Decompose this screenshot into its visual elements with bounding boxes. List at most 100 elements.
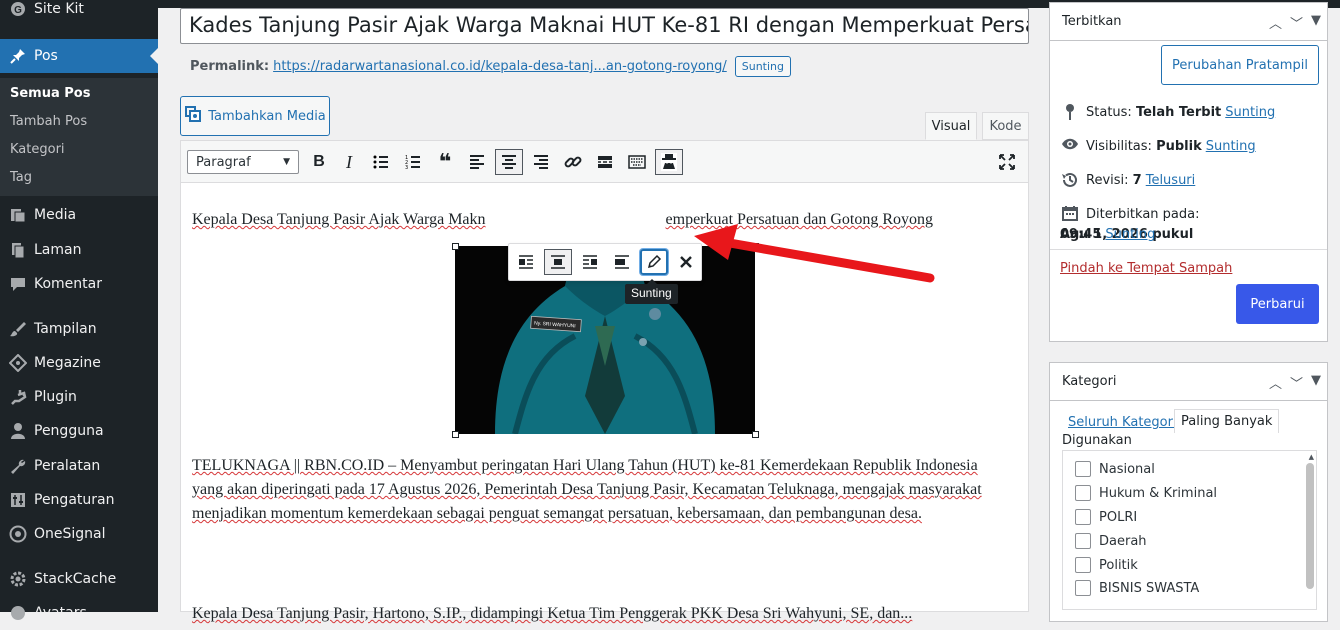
blockquote-button[interactable]: ❝ — [431, 149, 459, 175]
category-item[interactable]: Nasional — [1075, 461, 1155, 477]
image-align-center-icon — [551, 255, 565, 269]
category-item[interactable]: Politik — [1075, 557, 1138, 573]
align-center-button[interactable] — [495, 149, 523, 175]
tab-code[interactable]: Kode — [982, 112, 1029, 140]
image-edit-button[interactable] — [640, 249, 668, 275]
category-scrollbar[interactable] — [1306, 463, 1314, 589]
format-select[interactable]: Paragraf ▼ — [187, 150, 299, 174]
category-checkbox[interactable] — [1075, 557, 1091, 573]
category-checkbox[interactable] — [1075, 509, 1091, 525]
distraction-free-button[interactable] — [993, 149, 1021, 175]
submenu-categories[interactable]: Kategori — [10, 142, 65, 157]
gear-icon — [8, 569, 28, 589]
category-item[interactable]: Daerah — [1075, 533, 1147, 549]
browse-revisions-link[interactable]: Telusuri — [1146, 171, 1196, 191]
visibility-edit-link[interactable]: Sunting — [1206, 137, 1256, 157]
resize-handle-br[interactable] — [752, 431, 759, 438]
chevron-down-icon[interactable]: ﹀ — [1290, 13, 1303, 32]
published-row-2: 09:45 Sunting — [1060, 225, 1155, 245]
add-media-button[interactable]: Tambahkan Media — [180, 96, 330, 136]
submenu-tags[interactable]: Tag — [10, 170, 32, 185]
tab-most-used[interactable]: Paling Banyak — [1174, 409, 1280, 433]
submenu-all-posts[interactable]: Semua Pos — [10, 86, 90, 101]
chevron-down-icon[interactable]: ﹀ — [1290, 373, 1303, 392]
permalink-link[interactable]: https://radarwartanasional.co.id/kepala-… — [273, 59, 727, 74]
align-left-button[interactable] — [463, 149, 491, 175]
category-item[interactable]: POLRI — [1075, 509, 1137, 525]
submenu-add-post[interactable]: Tambah Pos — [10, 114, 87, 129]
sidebar-item-comments[interactable]: Komentar — [0, 267, 158, 301]
sidebar-item-pos[interactable]: Pos — [0, 39, 158, 73]
image-no-align-icon — [615, 255, 629, 269]
read-more-button[interactable] — [591, 149, 619, 175]
tab-all-categories[interactable]: Seluruh Kategori — [1068, 415, 1177, 430]
tab-most-used-line2[interactable]: Digunakan — [1062, 433, 1132, 448]
toolbar-toggle-button[interactable] — [623, 149, 651, 175]
chevron-up-icon[interactable]: ︿ — [1269, 13, 1282, 32]
read-more-icon — [598, 156, 612, 168]
resize-handle-tl[interactable] — [452, 243, 459, 250]
eye-icon — [1060, 137, 1080, 151]
sidebar-item-site-kit[interactable]: G Site Kit — [0, 0, 158, 26]
update-button[interactable]: Perbarui — [1236, 284, 1319, 324]
sidebar-item-media[interactable]: Media — [0, 198, 158, 232]
post-title-input[interactable]: Kades Tanjung Pasir Ajak Warga Maknai HU… — [180, 8, 1029, 44]
history-icon — [1060, 171, 1080, 189]
resize-handle-bl[interactable] — [452, 431, 459, 438]
move-to-trash-link[interactable]: Pindah ke Tempat Sampah — [1060, 261, 1232, 276]
category-item[interactable]: BISNIS SWASTA — [1075, 580, 1199, 596]
category-checkbox[interactable] — [1075, 461, 1091, 477]
triangle-down-icon[interactable]: ▼ — [1311, 13, 1321, 32]
numbered-list-button[interactable]: 123 — [399, 149, 427, 175]
sidebar-item-pages[interactable]: Laman — [0, 233, 158, 267]
onesignal-icon — [8, 524, 28, 544]
scroll-up-icon[interactable]: ▲ — [1309, 453, 1314, 461]
sidebar-item-tools[interactable]: Peralatan — [0, 449, 158, 483]
image-align-left-button[interactable] — [512, 249, 540, 275]
sidebar-item-appearance[interactable]: Tampilan — [0, 312, 158, 346]
triangle-down-icon[interactable]: ▼ — [1311, 373, 1321, 392]
tab-visual[interactable]: Visual — [925, 112, 977, 140]
category-checkbox[interactable] — [1075, 533, 1091, 549]
bullet-list-button[interactable] — [367, 149, 395, 175]
format-select-value: Paragraf — [196, 154, 251, 170]
category-checkbox[interactable] — [1075, 485, 1091, 501]
category-item[interactable]: Hukum & Kriminal — [1075, 485, 1217, 501]
sidebar-item-settings[interactable]: Pengaturan — [0, 483, 158, 517]
categories-box-header: Kategori ︿ ﹀ ▼ — [1050, 363, 1327, 401]
quote-icon: ❝ — [438, 149, 452, 175]
sidebar-item-onesignal[interactable]: OneSignal — [0, 517, 158, 551]
image-align-right-button[interactable] — [576, 249, 604, 275]
bold-button[interactable]: B — [305, 149, 333, 175]
admin-sidebar: G Site Kit Pos Semua Pos Tambah Pos Kate… — [0, 0, 158, 621]
sidebar-item-plugins[interactable]: Plugin — [0, 380, 158, 414]
sidebar-item-label: Pos — [34, 48, 58, 64]
bullet-list-icon — [373, 155, 388, 169]
sidebar-item-megazine[interactable]: Megazine — [0, 346, 158, 380]
sidebar-item-avatars[interactable]: Avatars — [0, 596, 158, 630]
status-row: Status: Telah Terbit Sunting — [1060, 103, 1275, 123]
plugin-toolbar-button[interactable] — [655, 149, 683, 175]
publish-box: Terbitkan ︿ ﹀ ▼ Perubahan Pratampil Status… — [1049, 2, 1328, 342]
publish-box-title: Terbitkan — [1062, 14, 1122, 29]
status-edit-link[interactable]: Sunting — [1225, 103, 1275, 123]
sidebar-item-stackcache[interactable]: StackCache — [0, 562, 158, 596]
category-checkbox[interactable] — [1075, 580, 1091, 596]
date-edit-link[interactable]: Sunting — [1105, 225, 1155, 245]
image-no-align-button[interactable] — [608, 249, 636, 275]
insert-link-button[interactable] — [559, 149, 587, 175]
sidebar-item-label: Avatars — [34, 605, 87, 621]
sidebar-item-users[interactable]: Pengguna — [0, 414, 158, 448]
permalink-edit-button[interactable]: Sunting — [734, 56, 791, 77]
chevron-up-icon[interactable]: ︿ — [1269, 373, 1282, 392]
sidebar-item-label: Plugin — [34, 389, 77, 405]
align-left-icon — [470, 155, 484, 169]
category-label: Daerah — [1099, 533, 1147, 549]
heading-text-left: Kepala Desa Tanjung Pasir Ajak Warga Mak… — [192, 211, 486, 228]
preview-changes-button[interactable]: Perubahan Pratampil — [1161, 45, 1319, 85]
svg-text:G: G — [14, 5, 22, 16]
italic-button[interactable]: I — [335, 149, 363, 175]
align-right-button[interactable] — [527, 149, 555, 175]
image-align-center-button[interactable] — [544, 249, 572, 275]
visibility-label: Visibilitas: — [1086, 139, 1152, 154]
